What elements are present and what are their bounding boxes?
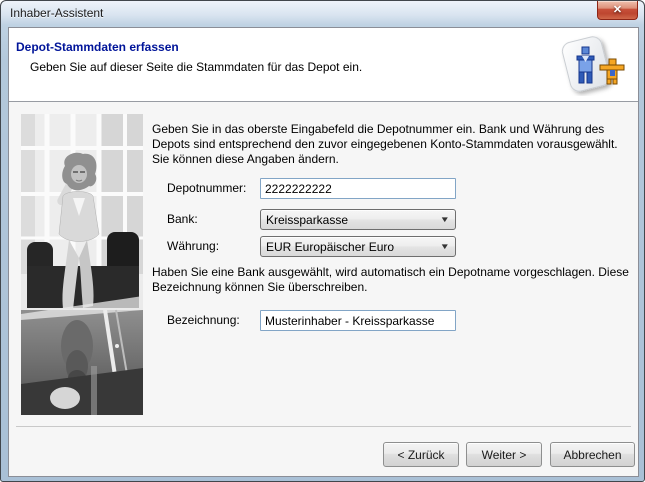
page-subtitle: Geben Sie auf dieser Seite die Stammdate… [30,60,362,74]
waehrung-label: Währung: [167,236,219,257]
bank-select[interactable]: Kreissparkasse ▼ [260,209,456,230]
intro-text: Geben Sie in das oberste Eingabefeld die… [152,122,634,167]
bezeichnung-input[interactable] [260,310,456,331]
bezeichnung-label: Bezeichnung: [167,310,240,331]
note-text: Haben Sie eine Bank ausgewählt, wird aut… [152,265,634,295]
next-button[interactable]: Weiter > [466,442,542,467]
footer-divider [16,426,631,427]
wizard-person-card-icon [552,32,630,96]
window-title: Inhaber-Assistent [10,6,103,20]
back-button[interactable]: < Zurück [383,442,459,467]
chevron-down-icon: ▼ [440,215,452,224]
dialog-window: Inhaber-Assistent ✕ Depot-Stammdaten erf… [0,0,645,482]
waehrung-selected-value: EUR Europäischer Euro [266,240,394,254]
owner-photo [21,114,143,415]
bank-label: Bank: [167,209,198,230]
waehrung-select[interactable]: EUR Europäischer Euro ▼ [260,236,456,257]
chevron-down-icon: ▼ [440,242,452,251]
close-icon: ✕ [613,5,622,16]
depotnummer-label: Depotnummer: [167,178,246,199]
wizard-header: Depot-Stammdaten erfassen Geben Sie auf … [9,28,638,102]
bank-selected-value: Kreissparkasse [266,213,348,227]
title-bar[interactable]: Inhaber-Assistent ✕ [1,1,644,27]
cancel-button[interactable]: Abbrechen [550,442,635,467]
depotnummer-input[interactable] [260,178,456,199]
page-title: Depot-Stammdaten erfassen [16,40,179,54]
dialog-client-area: Depot-Stammdaten erfassen Geben Sie auf … [8,27,639,477]
close-button[interactable]: ✕ [597,1,638,20]
